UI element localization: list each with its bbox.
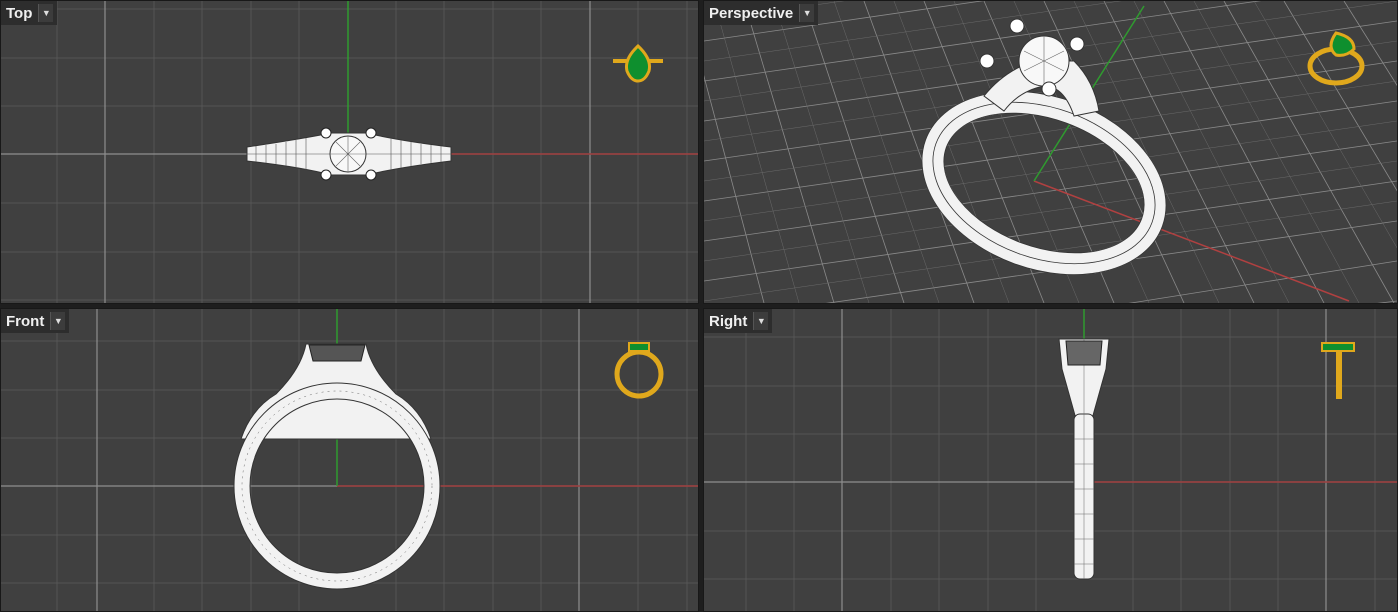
perspective-view-scene [704,1,1397,303]
viewport-label-right[interactable]: Right ▼ [704,309,773,333]
major-grid [704,309,1397,611]
ring-preview-icon [1321,342,1355,399]
viewport-label-front[interactable]: Front ▼ [1,309,70,333]
ring-wireframe [921,18,1167,275]
viewport-front[interactable]: Front ▼ [0,308,699,612]
ring-preview-icon [614,342,664,399]
chevron-down-icon[interactable]: ▼ [799,4,815,22]
ring-wireframe [1058,338,1110,580]
viewport-title-right: Right [709,312,748,330]
ring-preview-icon [613,43,663,83]
viewport-label-perspective[interactable]: Perspective ▼ [704,1,819,25]
chevron-down-icon[interactable]: ▼ [50,312,66,330]
viewport-title-top: Top [6,4,33,22]
chevron-down-icon[interactable]: ▼ [38,4,54,22]
ring-wireframe [246,127,452,181]
top-view-scene [1,1,698,303]
chevron-down-icon[interactable]: ▼ [753,312,769,330]
front-view-scene [1,309,698,611]
x-axis [1033,180,1350,302]
viewport-title-front: Front [6,312,45,330]
viewport-right[interactable]: Right ▼ [703,308,1398,612]
right-view-scene [704,309,1397,611]
viewport-top[interactable]: Top ▼ [0,0,699,304]
viewport-label-top[interactable]: Top ▼ [1,1,58,25]
grid [704,309,1397,611]
viewport-perspective[interactable]: Perspective ▼ [703,0,1398,304]
viewport-title-perspective: Perspective [709,4,794,22]
